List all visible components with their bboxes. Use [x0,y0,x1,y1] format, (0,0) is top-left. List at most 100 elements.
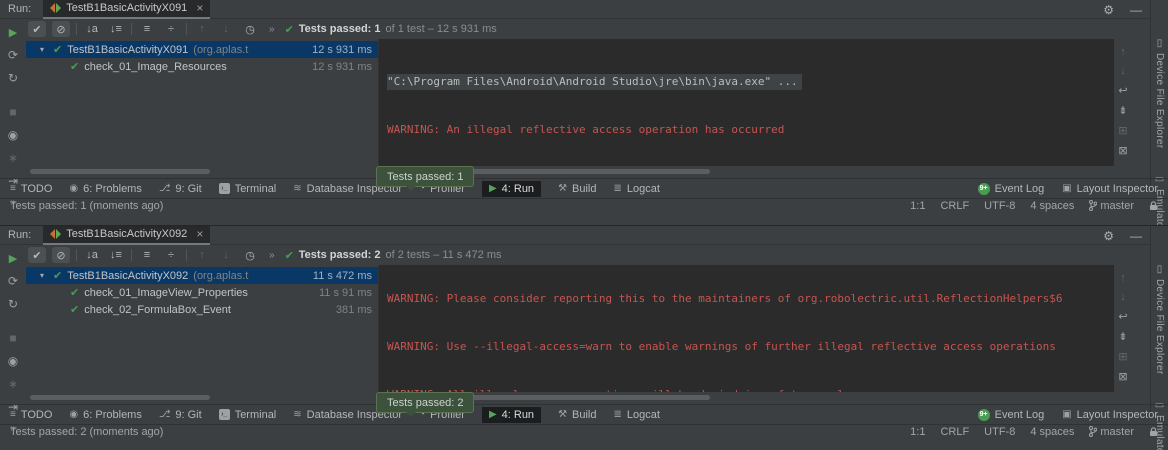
indent-setting[interactable]: 4 spaces [1030,426,1074,438]
scroll-to-end-icon[interactable]: ⇟ [1118,104,1127,117]
down-stack-trace-icon: ↓ [1120,65,1126,77]
run-tab[interactable]: TestB1BasicActivityX091 × [43,0,210,19]
tool-button-build[interactable]: ⚒Build [558,183,596,195]
tool-button-terminal[interactable]: ›_Terminal [219,409,277,421]
sort-alphabetically-icon[interactable]: ↓a [83,247,101,263]
screenshot-icon[interactable]: ◉ [8,354,18,368]
lock-icon[interactable] [1149,427,1158,437]
close-icon[interactable]: × [196,1,203,15]
line-ending[interactable]: CRLF [940,426,969,438]
tool-button-device-file-explorer[interactable]: ▯ Device File Explorer [1154,38,1165,148]
event-log-button[interactable]: 9+Event Log [978,183,1045,195]
scroll-to-end-icon[interactable]: ⇟ [1118,330,1127,343]
settings-gear-icon[interactable]: ⚙ [1103,229,1114,243]
rerun-failed-tests-icon[interactable]: ⟳ [8,274,18,288]
close-icon[interactable]: × [196,227,203,241]
run-console[interactable]: WARNING: Please consider reporting this … [378,265,1114,392]
hide-window-icon[interactable]: — [1130,3,1142,17]
tool-button-git[interactable]: ⎇9: Git [159,183,202,195]
soft-wrap-icon[interactable]: ↩ [1118,84,1127,97]
tool-button-run[interactable]: ▶4: Run [482,407,541,423]
tool-button-logcat[interactable]: ≣Logcat [614,409,660,421]
test-method-name: check_02_FormulaBox_Event [84,304,231,316]
run-icon: ▶ [489,409,497,420]
caret-position[interactable]: 1:1 [910,426,925,438]
run-tab[interactable]: TestB1BasicActivityX092 × [43,226,210,245]
tool-button-logcat[interactable]: ≣Logcat [614,183,660,195]
next-occurrence-icon: ↓ [217,247,235,263]
tool-button-git[interactable]: ⎇9: Git [159,409,202,421]
settings-gear-icon[interactable]: ⚙ [1103,3,1114,17]
clear-console-icon[interactable]: ⊠ [1118,144,1127,157]
git-branch-widget[interactable]: master [1089,426,1134,438]
run-console[interactable]: "C:\Program Files\Android\Android Studio… [378,39,1114,166]
caret-position[interactable]: 1:1 [910,200,925,212]
sort-alphabetically-icon[interactable]: ↓a [83,21,101,37]
layout-inspector-button[interactable]: ▣Layout Inspector [1062,183,1158,195]
clear-console-icon[interactable]: ⊠ [1118,370,1127,383]
tool-button-problems[interactable]: ◉6: Problems [69,409,141,421]
run-header: Run: TestB1BasicActivityX091 × ⚙ — [0,0,1168,19]
expand-all-icon[interactable]: ≡ [138,247,156,263]
run-left-toolbar: ▶ ⟳ ↻ ■ ◉ ∗ ⇥ » [0,245,26,404]
filter-passed-icon[interactable]: ✔ [28,247,46,263]
screenshot-icon[interactable]: ◉ [8,128,18,142]
collapse-all-icon[interactable]: ÷ [162,21,180,37]
sort-by-duration-icon[interactable]: ↓≡ [107,21,125,37]
more-icon[interactable]: » [269,24,275,35]
tool-button-run[interactable]: ▶4: Run [482,181,541,197]
git-branch-widget[interactable]: master [1089,200,1134,212]
test-class-name: TestB1BasicActivityX092 [67,270,188,282]
todo-icon: ≡ [10,183,16,194]
device-icon: ▯ [1157,38,1163,49]
run-icon: ▶ [489,183,497,194]
status-bar: Tests passed: 1 (moments ago) 1:1 CRLF U… [0,198,1168,212]
file-encoding[interactable]: UTF-8 [984,426,1015,438]
rerun-icon[interactable]: ▶ [9,26,17,39]
thread-dump-icon: ∗ [8,151,18,165]
test-tree-root[interactable]: ▾ ✔ TestB1BasicActivityX092 (org.aplas.t… [26,267,378,284]
collapse-all-icon[interactable]: ÷ [162,247,180,263]
expand-all-icon[interactable]: ≡ [138,21,156,37]
test-toolbar: ✔ ⊘ ↓a ↓≡ ≡ ÷ ↑ ↓ ◷ » ✔ Tests passed: 1 … [26,19,1132,39]
print-icon: ⊞ [1118,124,1127,137]
tool-button-todo[interactable]: ≡TODO [10,409,52,421]
summary-count: Tests passed: 1 [299,23,381,35]
tool-button-problems[interactable]: ◉6: Problems [69,183,141,195]
soft-wrap-icon[interactable]: ↩ [1118,310,1127,323]
tool-button-device-file-explorer[interactable]: ▯ Device File Explorer [1154,264,1165,374]
todo-icon: ≡ [10,409,16,420]
restart-icon[interactable]: ↻ [8,71,18,85]
lock-icon[interactable] [1149,201,1158,211]
line-ending[interactable]: CRLF [940,200,969,212]
tree-horizontal-scrollbar[interactable] [30,169,210,174]
more-icon[interactable]: » [269,250,275,261]
test-history-icon[interactable]: ◷ [241,21,259,37]
test-tree-item[interactable]: ✔ check_02_FormulaBox_Event 381 ms [26,301,378,318]
restart-icon[interactable]: ↻ [8,297,18,311]
rerun-failed-tests-icon[interactable]: ⟳ [8,48,18,62]
filter-ignored-icon[interactable]: ⊘ [52,247,70,263]
test-tree-item[interactable]: ✔ check_01_Image_Resources 12 s 931 ms [26,58,378,75]
event-log-button[interactable]: 9+Event Log [978,409,1045,421]
tool-button-terminal[interactable]: ›_Terminal [219,183,277,195]
run-header: Run: TestB1BasicActivityX092 × ⚙ — [0,226,1168,245]
filter-passed-icon[interactable]: ✔ [28,21,46,37]
rerun-icon[interactable]: ▶ [9,252,17,265]
indent-setting[interactable]: 4 spaces [1030,200,1074,212]
filter-ignored-icon[interactable]: ⊘ [52,21,70,37]
test-tree-item[interactable]: ✔ check_01_ImageView_Properties 11 s 91 … [26,284,378,301]
test-history-icon[interactable]: ◷ [241,247,259,263]
problems-icon: ◉ [69,409,78,420]
tree-horizontal-scrollbar[interactable] [30,395,210,400]
tool-button-todo[interactable]: ≡TODO [10,183,52,195]
chevron-down-icon[interactable]: ▾ [40,45,48,54]
passed-check-icon: ✔ [70,60,79,73]
file-encoding[interactable]: UTF-8 [984,200,1015,212]
chevron-down-icon[interactable]: ▾ [40,271,48,280]
hide-window-icon[interactable]: — [1130,229,1142,243]
test-tree-root[interactable]: ▾ ✔ TestB1BasicActivityX091 (org.aplas.t… [26,41,378,58]
tool-button-build[interactable]: ⚒Build [558,409,596,421]
layout-inspector-button[interactable]: ▣Layout Inspector [1062,409,1158,421]
sort-by-duration-icon[interactable]: ↓≡ [107,247,125,263]
